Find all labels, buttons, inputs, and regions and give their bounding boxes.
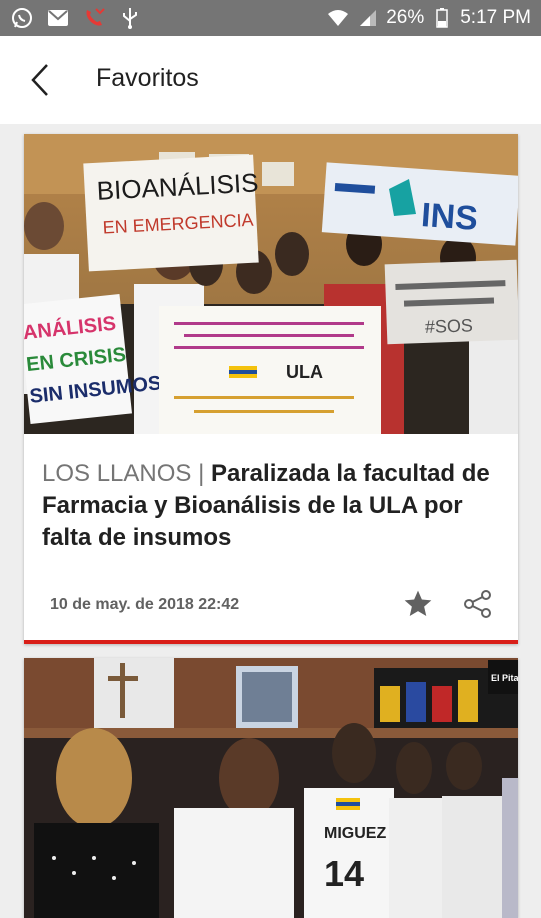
favorites-list[interactable]: BIOANÁLISIS EN EMERGENCIA INS ANÁLISIS E… [0, 124, 541, 918]
sign-sos-text: #SOS [425, 315, 474, 337]
status-bar: 26% 5:17 PM [0, 0, 541, 36]
clock: 5:17 PM [460, 7, 531, 28]
article-image: BIOANÁLISIS EN EMERGENCIA INS ANÁLISIS E… [24, 134, 518, 434]
signal-icon [356, 6, 380, 30]
article-headline[interactable]: LOS LLANOS | Paralizada la facultad de F… [42, 458, 502, 554]
whatsapp-icon [10, 6, 34, 30]
battery-icon [430, 6, 454, 30]
app-bar: Favoritos [0, 36, 541, 124]
elpitazo-logo-text: El Pitazo [491, 673, 518, 683]
arrow-back-icon [31, 64, 48, 96]
news-card[interactable]: BIOANÁLISIS EN EMERGENCIA INS ANÁLISIS E… [24, 134, 518, 644]
jersey-name-text: MIGUEZ [324, 825, 386, 842]
missed-call-icon [82, 6, 106, 30]
news-card[interactable]: El Pitazo MIGUEZ 14 [24, 658, 518, 918]
battery-percent: 26% [386, 7, 425, 28]
gmail-icon [46, 6, 70, 30]
usb-icon [118, 6, 142, 30]
back-button[interactable] [18, 58, 62, 102]
favorite-button[interactable] [400, 586, 436, 622]
page-title: Favoritos [96, 64, 199, 92]
banner-ins-text: INS [420, 196, 479, 238]
star-icon [404, 590, 432, 616]
article-image: El Pitazo MIGUEZ 14 [24, 658, 518, 918]
sign-ula-text: ULA [286, 362, 323, 382]
jersey-number-text: 14 [324, 853, 364, 894]
section-separator: | [198, 460, 205, 487]
wifi-icon [326, 6, 350, 30]
share-button[interactable] [460, 586, 496, 622]
article-date: 10 de may. de 2018 22:42 [50, 596, 240, 613]
article-section: LOS LLANOS [42, 460, 192, 487]
share-icon [464, 590, 491, 618]
